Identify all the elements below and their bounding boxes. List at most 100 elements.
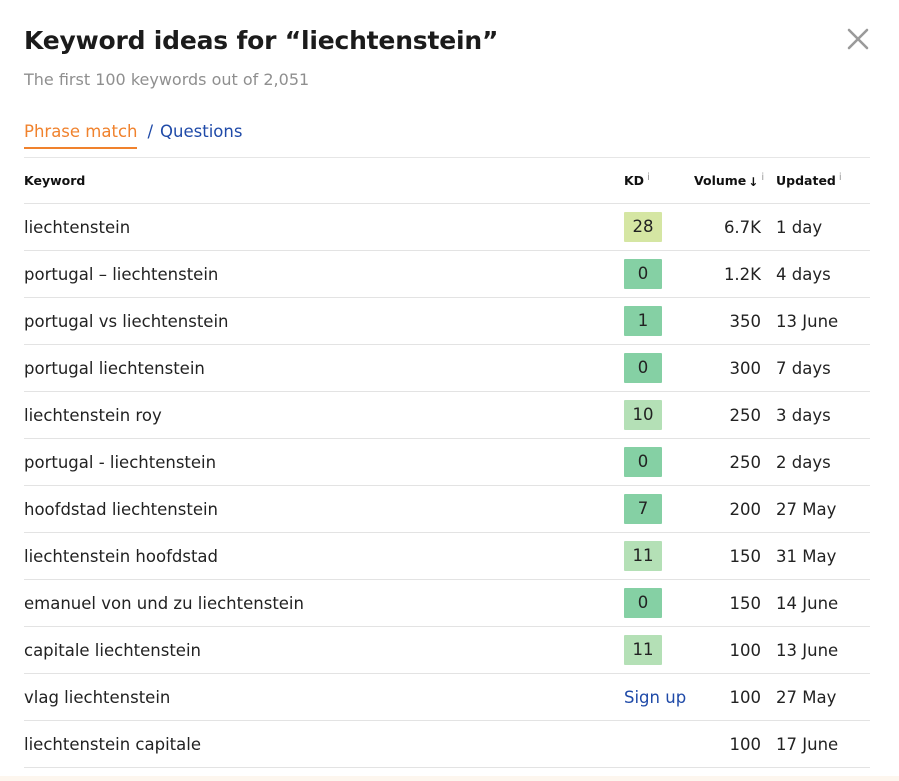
table-row: liechtenstein capitale 100 17 June	[24, 720, 870, 768]
keyword-cell: capitale liechtenstein	[24, 626, 624, 674]
tab-questions[interactable]: Questions	[160, 122, 242, 141]
table-row: liechtenstein 28 6.7K 1 day	[24, 203, 870, 251]
keyword-link[interactable]: portugal – liechtenstein	[24, 265, 218, 284]
keyword-cell: hoofdstad liechtenstein	[24, 485, 624, 533]
keyword-cell: vlag liechtenstein	[24, 673, 624, 721]
column-header-keyword: Keyword	[24, 158, 624, 204]
volume-cell: 150	[694, 579, 776, 627]
kd-cell: 11	[624, 532, 694, 580]
volume-cell: 250	[694, 438, 776, 486]
kd-cell: 0	[624, 438, 694, 486]
column-header-volume[interactable]: Volume ↓ i	[694, 158, 776, 204]
volume-cell: 1.2K	[694, 250, 776, 298]
volume-cell: 150	[694, 532, 776, 580]
volume-cell: 100	[694, 673, 776, 721]
info-icon[interactable]: i	[761, 172, 764, 183]
column-header-kd-label: KD	[624, 173, 645, 189]
volume-cell: 350	[694, 297, 776, 345]
column-header-updated-label: Updated	[776, 173, 836, 189]
kd-badge: 11	[624, 635, 662, 665]
tab-separator: /	[147, 122, 154, 141]
column-header-keyword-label: Keyword	[24, 173, 86, 188]
modal-subtitle: The first 100 keywords out of 2,051	[24, 70, 310, 89]
column-header-volume-label: Volume	[694, 173, 747, 189]
kd-cell: 11	[624, 626, 694, 674]
kd-cell: Sign up	[624, 673, 694, 721]
column-header-updated[interactable]: Updated i	[776, 158, 870, 204]
updated-cell: 27 May	[776, 673, 870, 721]
match-type-tabs: Phrase match / Questions	[24, 122, 242, 150]
kd-badge: 7	[624, 494, 662, 524]
kd-badge: 0	[624, 447, 662, 477]
table-row: emanuel von und zu liechtenstein 0 150 14 J…	[24, 579, 870, 627]
table-row: portugal vs liechtenstein 1 350 13 June	[24, 297, 870, 345]
updated-cell: 13 June	[776, 297, 870, 345]
kd-cell: 10	[624, 391, 694, 439]
kd-cell	[624, 720, 694, 768]
keyword-cell: liechtenstein capitale	[24, 720, 624, 768]
volume-cell: 200	[694, 485, 776, 533]
updated-cell: 2 days	[776, 438, 870, 486]
bottom-strip	[0, 776, 899, 781]
updated-cell: 27 May	[776, 485, 870, 533]
kd-cell: 0	[624, 344, 694, 392]
close-icon	[847, 28, 869, 50]
updated-cell: 31 May	[776, 532, 870, 580]
kd-badge: 0	[624, 259, 662, 289]
updated-cell: 14 June	[776, 579, 870, 627]
keyword-link[interactable]: liechtenstein hoofdstad	[24, 547, 218, 566]
table-row: portugal - liechtenstein 0 250 2 days	[24, 438, 870, 486]
close-button[interactable]	[843, 24, 873, 54]
volume-cell: 100	[694, 626, 776, 674]
info-icon[interactable]: i	[839, 172, 842, 183]
volume-cell: 100	[694, 720, 776, 768]
keyword-link[interactable]: portugal - liechtenstein	[24, 453, 216, 472]
keyword-link[interactable]: hoofdstad liechtenstein	[24, 500, 218, 519]
updated-cell: 17 June	[776, 720, 870, 768]
keyword-link[interactable]: vlag liechtenstein	[24, 688, 170, 707]
keyword-cell: liechtenstein roy	[24, 391, 624, 439]
keyword-cell: emanuel von und zu liechtenstein	[24, 579, 624, 627]
keyword-cell: portugal - liechtenstein	[24, 438, 624, 486]
kd-badge: 11	[624, 541, 662, 571]
keyword-link[interactable]: liechtenstein roy	[24, 406, 162, 425]
info-icon[interactable]: i	[647, 172, 650, 183]
updated-cell: 13 June	[776, 626, 870, 674]
kd-badge: 1	[624, 306, 662, 336]
keyword-link[interactable]: emanuel von und zu liechtenstein	[24, 594, 304, 613]
table-row: liechtenstein roy 10 250 3 days	[24, 391, 870, 439]
keyword-link[interactable]: liechtenstein	[24, 218, 130, 237]
keyword-link[interactable]: portugal liechtenstein	[24, 359, 205, 378]
keyword-cell: portugal vs liechtenstein	[24, 297, 624, 345]
keyword-link[interactable]: liechtenstein capitale	[24, 735, 201, 754]
table-row: capitale liechtenstein 11 100 13 June	[24, 626, 870, 674]
keyword-cell: portugal liechtenstein	[24, 344, 624, 392]
sort-descending-icon: ↓	[748, 174, 759, 189]
table-body: liechtenstein 28 6.7K 1 day portugal – liech…	[24, 203, 870, 768]
table-header-row: Keyword KD i Volume ↓ i Updated i	[24, 158, 870, 204]
table-row: portugal – liechtenstein 0 1.2K 4 days	[24, 250, 870, 298]
kd-badge: 28	[624, 212, 662, 242]
kd-cell: 7	[624, 485, 694, 533]
keyword-link[interactable]: portugal vs liechtenstein	[24, 312, 229, 331]
kd-badge: 0	[624, 353, 662, 383]
keywords-table: Keyword KD i Volume ↓ i Updated i liechtenst…	[24, 158, 870, 768]
table-row: liechtenstein hoofdstad 11 150 31 May	[24, 532, 870, 580]
volume-cell: 300	[694, 344, 776, 392]
updated-cell: 4 days	[776, 250, 870, 298]
keyword-cell: liechtenstein hoofdstad	[24, 532, 624, 580]
kd-cell: 0	[624, 579, 694, 627]
kd-badge: 10	[624, 400, 662, 430]
sign-up-link[interactable]: Sign up	[624, 688, 686, 707]
keyword-link[interactable]: capitale liechtenstein	[24, 641, 201, 660]
column-header-kd[interactable]: KD i	[624, 158, 694, 204]
modal-title: Keyword ideas for “liechtenstein”	[24, 26, 499, 55]
updated-cell: 1 day	[776, 203, 870, 251]
kd-cell: 0	[624, 250, 694, 298]
table-row: portugal liechtenstein 0 300 7 days	[24, 344, 870, 392]
volume-cell: 6.7K	[694, 203, 776, 251]
tab-phrase-match[interactable]: Phrase match	[24, 122, 138, 149]
updated-cell: 7 days	[776, 344, 870, 392]
kd-badge: 0	[624, 588, 662, 618]
kd-cell: 1	[624, 297, 694, 345]
